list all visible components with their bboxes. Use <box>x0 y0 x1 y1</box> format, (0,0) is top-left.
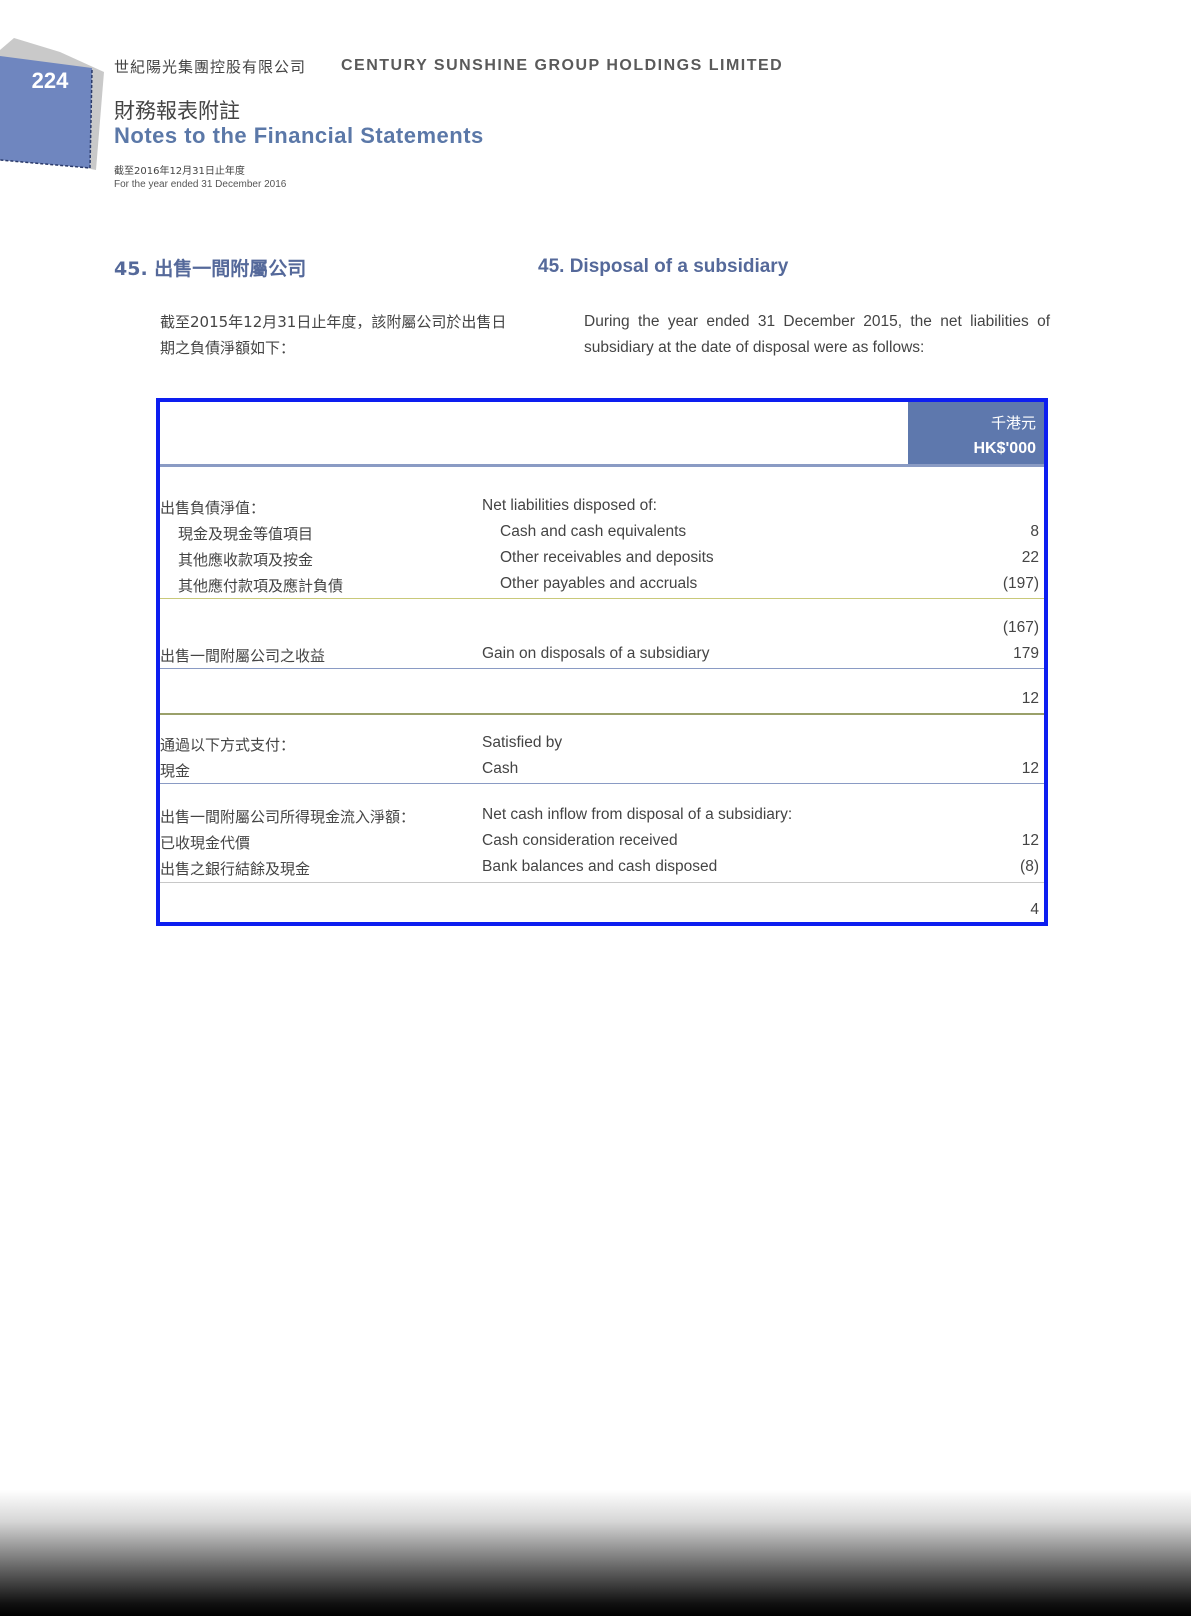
cash-rule <box>160 783 1044 784</box>
row-label-en: Cash <box>482 760 519 777</box>
subtotal-rule <box>160 598 1044 599</box>
bottom-shadow <box>0 1490 1191 1616</box>
row-label-cn: 出售一間附屬公司所得現金流入淨額： <box>160 808 416 826</box>
row-value: 179 <box>1013 645 1039 662</box>
inflow-rule <box>160 882 1044 883</box>
total-rule-bottom <box>160 713 1044 715</box>
company-name-en: CENTURY SUNSHINE GROUP HOLDINGS LIMITED <box>341 57 784 74</box>
row-label-en: Net liabilities disposed of: <box>482 497 657 514</box>
row-value: (8) <box>1020 858 1039 875</box>
row-label-en: Bank balances and cash disposed <box>482 858 718 875</box>
net-inflow-value: 4 <box>1030 901 1039 918</box>
row-label-en: Cash and cash equivalents <box>500 523 687 540</box>
subtotal-value: (167) <box>1002 619 1039 636</box>
header-rule <box>160 464 1044 467</box>
total-rule-top <box>160 668 1044 669</box>
row-label-cn: 出售一間附屬公司之收益 <box>160 647 326 665</box>
row-value: 22 <box>1021 549 1039 566</box>
row-label-cn: 現金及現金等值項目 <box>178 525 314 543</box>
row-label-cn: 出售之銀行結餘及現金 <box>160 860 311 878</box>
total-value: 12 <box>1021 690 1039 707</box>
row-label-cn: 其他應收款項及按金 <box>178 551 314 569</box>
section-title-cn: 45. 出售一間附屬公司 <box>114 258 307 280</box>
notes-title-cn: 財務報表附註 <box>114 99 240 123</box>
period-cn: 截至2016年12月31日止年度 <box>114 166 245 177</box>
row-label-cn: 其他應付款項及應計負債 <box>178 577 344 595</box>
currency-label-en: HK$'000 <box>973 440 1036 457</box>
section-title-en: 45. Disposal of a subsidiary <box>538 256 789 277</box>
row-value: (197) <box>1002 575 1039 592</box>
row-value: 12 <box>1021 832 1039 849</box>
row-label-cn: 現金 <box>160 762 191 780</box>
period-en: For the year ended 31 December 2016 <box>114 179 287 190</box>
page-number: 224 <box>31 68 69 93</box>
row-value: 8 <box>1030 523 1039 540</box>
notes-title-en: Notes to the Financial Statements <box>114 123 484 148</box>
row-label-cn: 出售負債淨值： <box>160 499 266 517</box>
row-label-cn: 已收現金代價 <box>160 834 251 852</box>
row-label-en: Gain on disposals of a subsidiary <box>482 645 710 662</box>
intro-paragraph-cn: 截至2015年12月31日止年度，該附屬公司於出售日期之負債淨額如下： <box>160 313 507 357</box>
intro-paragraph-en: During the year ended 31 December 2015, … <box>584 313 1050 356</box>
row-label-en: Satisfied by <box>482 734 563 751</box>
row-label-en: Net cash inflow from disposal of a subsi… <box>482 806 793 823</box>
row-label-en: Other payables and accruals <box>500 575 698 592</box>
row-value: 12 <box>1021 760 1039 777</box>
company-name-cn: 世紀陽光集團控股有限公司 <box>114 58 307 76</box>
row-label-cn: 通過以下方式支付： <box>160 736 296 754</box>
row-label-en: Other receivables and deposits <box>500 549 714 566</box>
row-label-en: Cash consideration received <box>482 832 678 849</box>
currency-label-cn: 千港元 <box>990 414 1036 432</box>
page-tab-graphic <box>0 38 104 170</box>
